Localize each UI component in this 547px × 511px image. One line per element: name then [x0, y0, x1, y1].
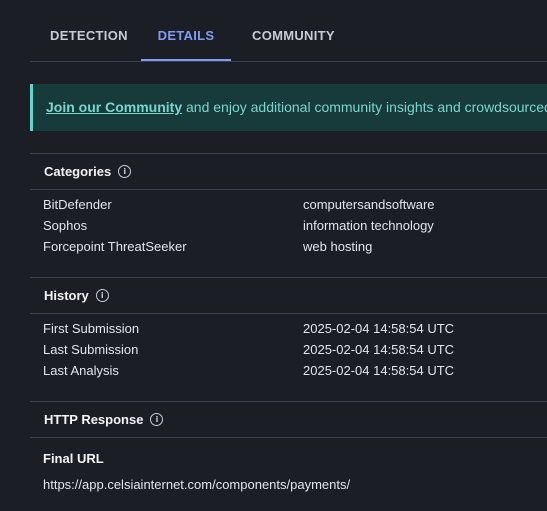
- info-icon[interactable]: i: [118, 165, 132, 178]
- history-timestamp: 2025-02-04 14:58:54 UTC: [303, 342, 455, 357]
- divider: [30, 437, 547, 438]
- table-row: Last Submission 2025-02-04 14:58:54 UTC: [43, 342, 547, 363]
- community-banner: Join our Community and enjoy additional …: [30, 84, 547, 131]
- category-vendor: Forcepoint ThreatSeeker: [43, 239, 187, 254]
- history-timestamp: 2025-02-04 14:58:54 UTC: [303, 321, 455, 336]
- divider: [30, 277, 547, 278]
- tab-detection[interactable]: DETECTION: [50, 0, 128, 61]
- divider: [30, 153, 547, 154]
- http-response-heading: HTTP Response i: [44, 412, 164, 427]
- info-icon[interactable]: i: [150, 413, 164, 426]
- category-vendor: BitDefender: [43, 197, 112, 212]
- divider: [30, 313, 547, 314]
- info-icon[interactable]: i: [95, 289, 109, 302]
- history-label: Last Analysis: [43, 363, 119, 378]
- table-row: Last Analysis 2025-02-04 14:58:54 UTC: [43, 363, 547, 384]
- category-vendor: Sophos: [43, 218, 88, 233]
- divider: [30, 401, 547, 402]
- tab-community[interactable]: COMMUNITY: [252, 0, 335, 61]
- table-row: BitDefender computersandsoftware: [43, 197, 547, 218]
- table-row: Forcepoint ThreatSeeker web hosting: [43, 239, 547, 260]
- history-title: History: [44, 288, 89, 303]
- category-value: computersandsoftware: [303, 197, 435, 212]
- categories-heading: Categories i: [44, 164, 132, 179]
- tab-details[interactable]: DETAILS: [141, 0, 231, 61]
- category-value: information technology: [303, 218, 434, 233]
- final-url-value: https://app.celsiainternet.com/component…: [43, 477, 351, 492]
- categories-title: Categories: [44, 164, 112, 179]
- history-label: Last Submission: [43, 342, 139, 357]
- history-label: First Submission: [43, 321, 140, 336]
- tab-bar: DETECTION DETAILS COMMUNITY: [30, 0, 547, 62]
- final-url-label: Final URL: [43, 451, 104, 466]
- table-row: Sophos information technology: [43, 218, 547, 239]
- history-heading: History i: [44, 288, 109, 303]
- join-community-link[interactable]: Join our Community: [33, 99, 182, 115]
- divider: [30, 189, 547, 190]
- banner-text: and enjoy additional community insights …: [182, 99, 547, 115]
- http-response-title: HTTP Response: [44, 412, 144, 427]
- category-value: web hosting: [303, 239, 373, 254]
- table-row: First Submission 2025-02-04 14:58:54 UTC: [43, 321, 547, 342]
- history-timestamp: 2025-02-04 14:58:54 UTC: [303, 363, 455, 378]
